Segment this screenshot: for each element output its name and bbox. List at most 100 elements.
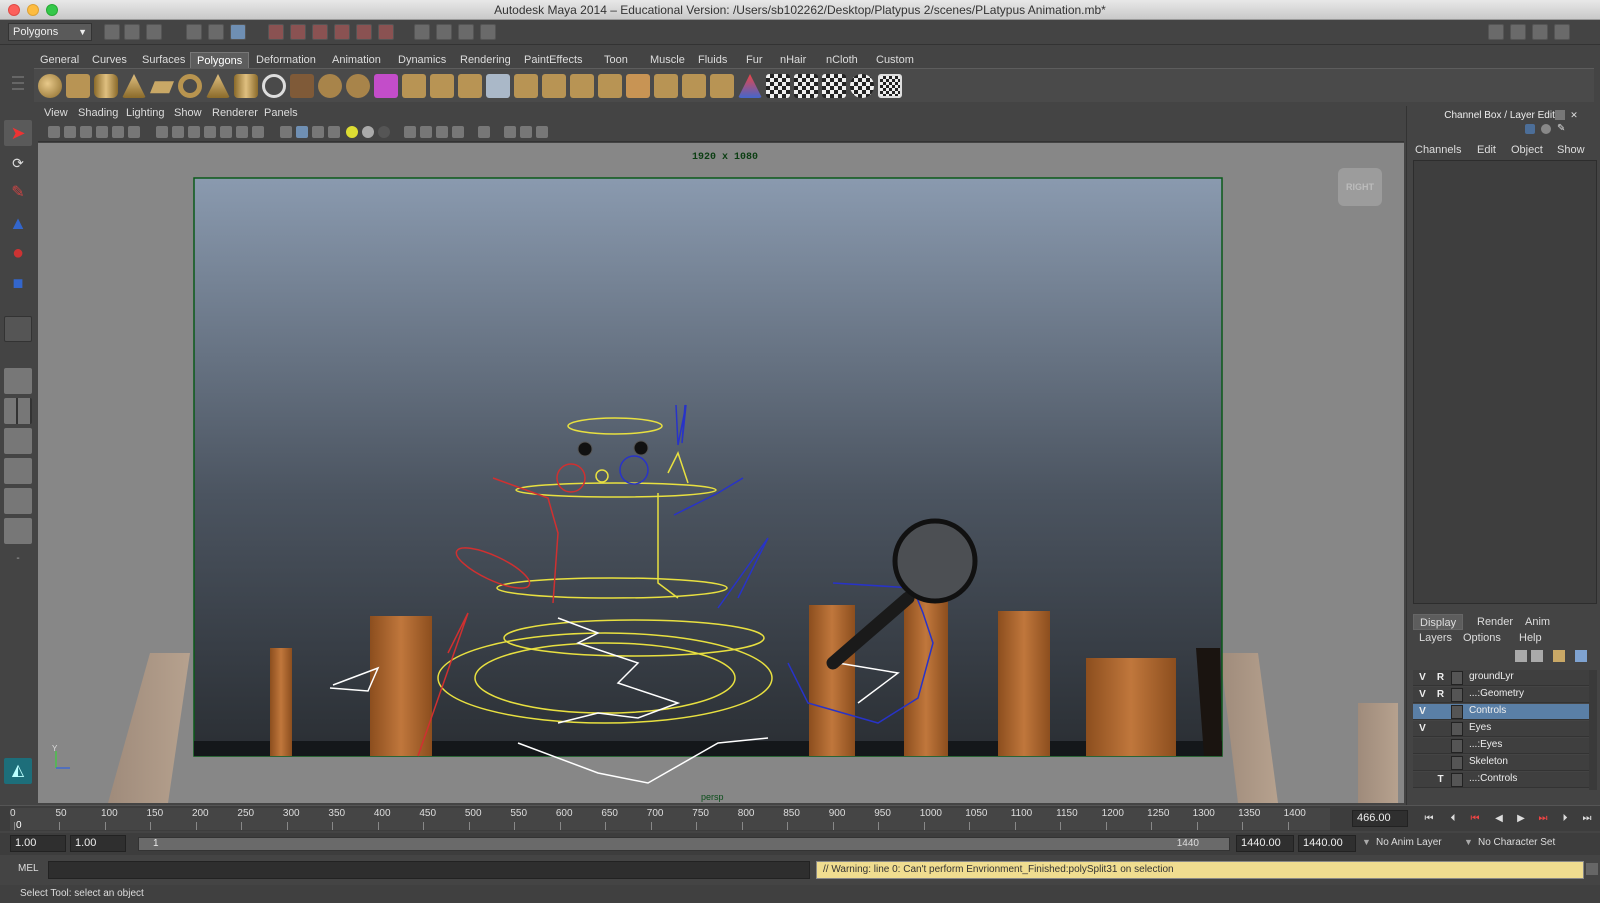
hud-icon[interactable] xyxy=(504,126,516,138)
tab-custom[interactable]: Custom xyxy=(870,52,920,68)
step-forward-frame-icon[interactable]: ⏵ xyxy=(1558,812,1572,826)
layer-display-type[interactable]: T xyxy=(1433,773,1448,787)
select-hierarchy-icon[interactable] xyxy=(186,24,202,40)
layer-list-scrollbar[interactable] xyxy=(1589,670,1597,790)
frame-selected-icon[interactable] xyxy=(478,126,490,138)
mirror-geometry-icon[interactable] xyxy=(738,74,762,98)
render-settings-icon[interactable] xyxy=(480,24,496,40)
menu-layers[interactable]: Layers xyxy=(1419,632,1452,644)
cylindrical-mapping-icon[interactable] xyxy=(794,74,818,98)
step-back-key-icon[interactable]: ⏮ xyxy=(1468,812,1482,826)
scale-tool-icon[interactable]: ■ xyxy=(4,270,32,296)
snap-curve-icon[interactable] xyxy=(290,24,306,40)
step-back-frame-icon[interactable]: ⏴ xyxy=(1446,812,1460,826)
tab-animation[interactable]: Animation xyxy=(326,52,387,68)
gate-mask-icon[interactable] xyxy=(204,126,216,138)
play-forwards-icon[interactable]: ▶ xyxy=(1514,812,1528,826)
play-backwards-icon[interactable]: ◀ xyxy=(1492,812,1506,826)
layer-visibility[interactable]: V xyxy=(1415,722,1430,736)
toggle-outliner-icon[interactable] xyxy=(1532,24,1548,40)
rotate-tool-icon[interactable]: ● xyxy=(4,240,32,266)
character-set-label[interactable]: No Character Set xyxy=(1478,837,1555,848)
poly-torus-icon[interactable] xyxy=(178,74,202,98)
toggle-attribute-editor-icon[interactable] xyxy=(1488,24,1504,40)
grease-pencil-icon[interactable] xyxy=(128,126,140,138)
layer-color-swatch[interactable] xyxy=(1451,739,1463,753)
planar-mapping-icon[interactable] xyxy=(766,74,790,98)
grid-icon[interactable] xyxy=(156,126,168,138)
menu-lighting[interactable]: Lighting xyxy=(126,107,165,119)
snap-plane-icon[interactable] xyxy=(334,24,350,40)
snap-point-icon[interactable] xyxy=(312,24,328,40)
layer-display-type[interactable] xyxy=(1433,722,1448,736)
append-polygon-icon[interactable] xyxy=(458,74,482,98)
automatic-mapping-icon[interactable] xyxy=(850,74,874,98)
smooth-icon[interactable] xyxy=(374,74,398,98)
layer-color-swatch[interactable] xyxy=(1451,722,1463,736)
tab-deformation[interactable]: Deformation xyxy=(250,52,322,68)
new-layer-icon[interactable] xyxy=(1515,650,1527,662)
camera-attributes-icon[interactable] xyxy=(64,126,76,138)
layer-row[interactable]: V R ...:Geometry xyxy=(1413,687,1589,703)
persp-graph-outliner-layout-icon[interactable] xyxy=(4,518,32,544)
layer-display-type[interactable] xyxy=(1433,739,1448,753)
triangulate-icon[interactable] xyxy=(682,74,706,98)
poly-cube-icon[interactable] xyxy=(66,74,90,98)
poly-cone-icon[interactable] xyxy=(122,74,146,98)
attribute-editor-icon[interactable] xyxy=(1541,124,1551,134)
poly-cylinder-icon[interactable] xyxy=(94,74,118,98)
tab-ncloth[interactable]: nCloth xyxy=(820,52,864,68)
end-time-field[interactable]: 1440.00 xyxy=(1298,835,1356,852)
tab-fluids[interactable]: Fluids xyxy=(692,52,733,68)
insert-edge-loop-icon[interactable] xyxy=(514,74,538,98)
magnet-icon[interactable] xyxy=(378,24,394,40)
ambient-occlusion-icon[interactable] xyxy=(536,126,548,138)
safe-title-icon[interactable] xyxy=(252,126,264,138)
separate-icon[interactable] xyxy=(318,74,342,98)
resolution-gate-icon[interactable] xyxy=(188,126,200,138)
bevel-icon[interactable] xyxy=(570,74,594,98)
open-scene-icon[interactable] xyxy=(124,24,140,40)
maximize-window-button[interactable] xyxy=(46,4,58,16)
xray-components-icon[interactable] xyxy=(436,126,448,138)
scene-view[interactable]: Y xyxy=(38,143,1404,803)
go-to-start-icon[interactable]: ⏮ xyxy=(1422,812,1436,826)
save-scene-icon[interactable] xyxy=(146,24,162,40)
close-window-button[interactable] xyxy=(8,4,20,16)
bookmark-icon[interactable] xyxy=(80,126,92,138)
time-slider[interactable]: 0 50 100 150 200 250 300 350 400 450 500 550 600 650 7… xyxy=(0,805,1600,831)
menu-help[interactable]: Help xyxy=(1519,632,1542,644)
new-scene-icon[interactable] xyxy=(104,24,120,40)
shelf-handle-icon[interactable] xyxy=(10,72,26,100)
menu-renderer[interactable]: Renderer xyxy=(212,107,258,119)
select-tool-icon[interactable]: ➤ xyxy=(4,120,32,146)
two-d-pan-zoom-icon[interactable] xyxy=(112,126,124,138)
menu-show[interactable]: Show xyxy=(1557,144,1585,156)
layer-row[interactable]: V Controls xyxy=(1413,704,1589,720)
split-polygon-icon[interactable] xyxy=(486,74,510,98)
select-object-icon[interactable] xyxy=(208,24,224,40)
layer-row[interactable]: T ...:Controls xyxy=(1413,772,1589,788)
layer-row[interactable]: Skeleton xyxy=(1413,755,1589,771)
all-lights-icon[interactable] xyxy=(362,126,374,138)
tool-settings-icon[interactable]: ✎ xyxy=(1557,124,1567,134)
layer-color-swatch[interactable] xyxy=(1451,705,1463,719)
tab-painteffects[interactable]: PaintEffects xyxy=(518,52,589,68)
tab-fur[interactable]: Fur xyxy=(740,52,769,68)
shadows-icon[interactable] xyxy=(378,126,390,138)
layer-row[interactable]: ...:Eyes xyxy=(1413,738,1589,754)
mel-label[interactable]: MEL xyxy=(18,863,39,874)
merge-icon[interactable] xyxy=(598,74,622,98)
render-frame-icon[interactable] xyxy=(436,24,452,40)
toggle-channel-box-icon[interactable] xyxy=(1554,24,1570,40)
tab-polygons[interactable]: Polygons xyxy=(190,52,250,68)
go-to-end-icon[interactable]: ⏭ xyxy=(1580,812,1594,826)
create-layer-icon[interactable] xyxy=(1575,650,1587,662)
tab-anim[interactable]: Anim xyxy=(1519,614,1556,630)
layer-visibility[interactable] xyxy=(1415,739,1430,753)
tab-muscle[interactable]: Muscle xyxy=(644,52,691,68)
playback-range-bar[interactable]: 1 1440 xyxy=(138,837,1230,851)
tab-curves[interactable]: Curves xyxy=(86,52,133,68)
menu-channels[interactable]: Channels xyxy=(1415,144,1461,156)
snap-live-icon[interactable] xyxy=(356,24,372,40)
